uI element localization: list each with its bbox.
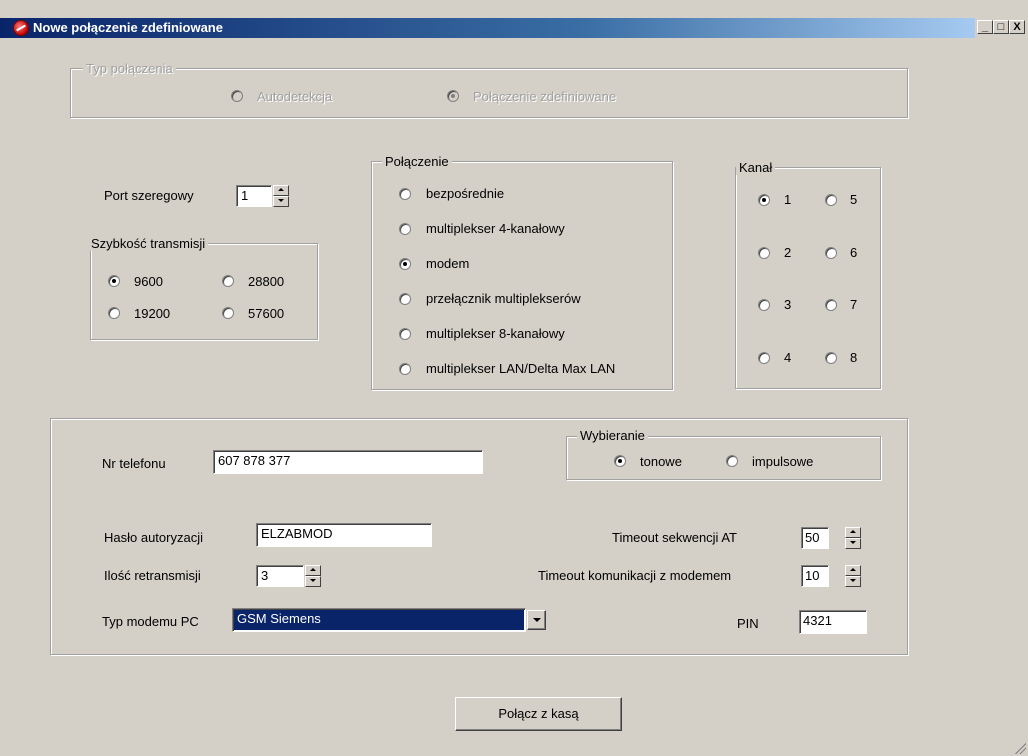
radio-baud-19200[interactable] [108, 307, 120, 319]
radio-mux-switch[interactable] [399, 293, 411, 305]
auth-password-label: Hasło autoryzacji [104, 530, 203, 545]
radio-baud-57600-label: 57600 [248, 306, 285, 321]
at-timeout-spinner[interactable] [845, 527, 861, 549]
radio-channel-2[interactable] [758, 247, 770, 259]
radio-channel-4[interactable] [758, 352, 770, 364]
radio-channel-3-label: 3 [784, 297, 792, 312]
at-timeout-input[interactable]: 50 [801, 527, 829, 549]
radio-mux-4[interactable] [399, 223, 411, 235]
pin-label: PIN [737, 616, 759, 631]
maximize-button[interactable]: □ [993, 20, 1009, 34]
serial-port-spinner[interactable] [273, 185, 289, 207]
radio-baud-28800[interactable] [222, 275, 234, 287]
spin-down-icon[interactable] [305, 576, 321, 587]
channel-legend: Kanał [736, 160, 776, 175]
comm-timeout-input[interactable]: 10 [801, 565, 829, 587]
radio-baud-28800-label: 28800 [248, 274, 285, 289]
radio-channel-6-label: 6 [850, 245, 858, 260]
dialing-legend: Wybieranie [577, 428, 648, 443]
channel-group [735, 167, 881, 389]
radio-direct[interactable] [399, 188, 411, 200]
radio-baud-57600[interactable] [222, 307, 234, 319]
modem-type-select[interactable]: GSM Siemens [232, 608, 526, 632]
radio-channel-7-label: 7 [850, 297, 858, 312]
connection-type-legend: Typ połączenia [83, 61, 176, 76]
app-icon [13, 20, 29, 36]
radio-baud-19200-label: 19200 [134, 306, 171, 321]
auth-password-input[interactable]: ELZABMOD [256, 523, 432, 547]
spin-down-icon[interactable] [845, 576, 861, 587]
comm-timeout-label: Timeout komunikacji z modemem [538, 568, 732, 583]
radio-direct-label: bezpośrednie [426, 186, 505, 201]
spin-up-icon[interactable] [845, 527, 861, 538]
radio-tone[interactable] [614, 455, 626, 467]
spin-up-icon[interactable] [305, 565, 321, 576]
baud-rate-group [90, 243, 318, 340]
retransmissions-label: Ilość retransmisji [104, 568, 201, 583]
radio-channel-4-label: 4 [784, 350, 792, 365]
radio-channel-1[interactable] [758, 194, 770, 206]
connect-to-register-button[interactable]: Połącz z kasą [455, 697, 622, 731]
spin-up-icon[interactable] [273, 185, 289, 196]
spin-down-icon[interactable] [845, 538, 861, 549]
radio-channel-7[interactable] [825, 299, 837, 311]
minimize-button[interactable]: _ [977, 20, 993, 34]
radio-channel-2-label: 2 [784, 245, 792, 260]
radio-baud-9600-label: 9600 [134, 274, 163, 289]
at-timeout-label: Timeout sekwencji AT [612, 530, 737, 545]
radio-channel-6[interactable] [825, 247, 837, 259]
radio-pulse-label: impulsowe [752, 454, 814, 469]
retransmissions-spinner[interactable] [305, 565, 321, 587]
connection-legend: Połączenie [382, 154, 452, 169]
radio-defined-connection-label: Połączenie zdefiniowane [473, 89, 617, 104]
pin-input[interactable]: 4321 [799, 610, 867, 634]
radio-channel-3[interactable] [758, 299, 770, 311]
modem-type-dropdown-button[interactable] [527, 610, 546, 630]
radio-mux-4-label: multiplekser 4-kanałowy [426, 221, 565, 236]
spin-up-icon[interactable] [845, 565, 861, 576]
phone-label: Nr telefonu [102, 456, 166, 471]
serial-port-label: Port szeregowy [104, 188, 194, 203]
radio-tone-label: tonowe [640, 454, 682, 469]
resize-grip-icon[interactable] [1012, 740, 1026, 754]
radio-mux-lan-label: multiplekser LAN/Delta Max LAN [426, 361, 616, 376]
radio-channel-8[interactable] [825, 352, 837, 364]
radio-autodetect-label: Autodetekcja [257, 89, 333, 104]
baud-rate-legend: Szybkość transmisji [88, 236, 209, 251]
radio-channel-8-label: 8 [850, 350, 858, 365]
serial-port-input[interactable]: 1 [236, 185, 272, 207]
connection-group [371, 161, 673, 390]
spin-down-icon[interactable] [273, 196, 289, 207]
radio-pulse[interactable] [726, 455, 738, 467]
radio-channel-1-label: 1 [784, 192, 792, 207]
radio-modem[interactable] [399, 258, 411, 270]
radio-autodetect[interactable] [231, 90, 243, 102]
radio-mux-lan[interactable] [399, 363, 411, 375]
radio-channel-5-label: 5 [850, 192, 858, 207]
phone-input[interactable]: 607 878 377 [213, 450, 483, 474]
chevron-down-icon [533, 618, 541, 622]
retransmissions-input[interactable]: 3 [256, 565, 304, 587]
radio-baud-9600[interactable] [108, 275, 120, 287]
comm-timeout-spinner[interactable] [845, 565, 861, 587]
modem-type-label: Typ modemu PC [102, 614, 199, 629]
radio-mux-switch-label: przełącznik multiplekserów [426, 291, 581, 306]
window-title: Nowe połączenie zdefiniowane [33, 20, 223, 35]
radio-defined-connection[interactable] [447, 90, 459, 102]
close-button[interactable]: X [1009, 20, 1025, 34]
radio-mux-8[interactable] [399, 328, 411, 340]
radio-modem-label: modem [426, 256, 470, 271]
radio-channel-5[interactable] [825, 194, 837, 206]
radio-mux-8-label: multiplekser 8-kanałowy [426, 326, 565, 341]
